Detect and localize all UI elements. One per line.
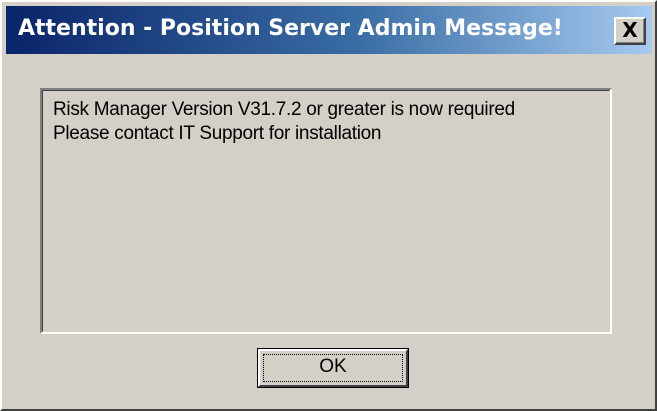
message-dialog: Attention - Position Server Admin Messag… — [0, 0, 657, 411]
message-text-area: Risk Manager Version V31.7.2 or greater … — [40, 88, 612, 334]
close-button[interactable]: X — [614, 17, 646, 45]
title-bar[interactable]: Attention - Position Server Admin Messag… — [6, 6, 652, 54]
ok-button-label: OK — [319, 356, 347, 377]
window-title: Attention - Position Server Admin Messag… — [18, 16, 563, 41]
close-icon: X — [622, 18, 638, 42]
ok-button[interactable]: OK — [257, 348, 409, 388]
message-line: Risk Manager Version V31.7.2 or greater … — [53, 99, 515, 120]
message-line: Please contact IT Support for installati… — [53, 123, 382, 144]
message-inner-frame: Risk Manager Version V31.7.2 or greater … — [42, 90, 610, 332]
